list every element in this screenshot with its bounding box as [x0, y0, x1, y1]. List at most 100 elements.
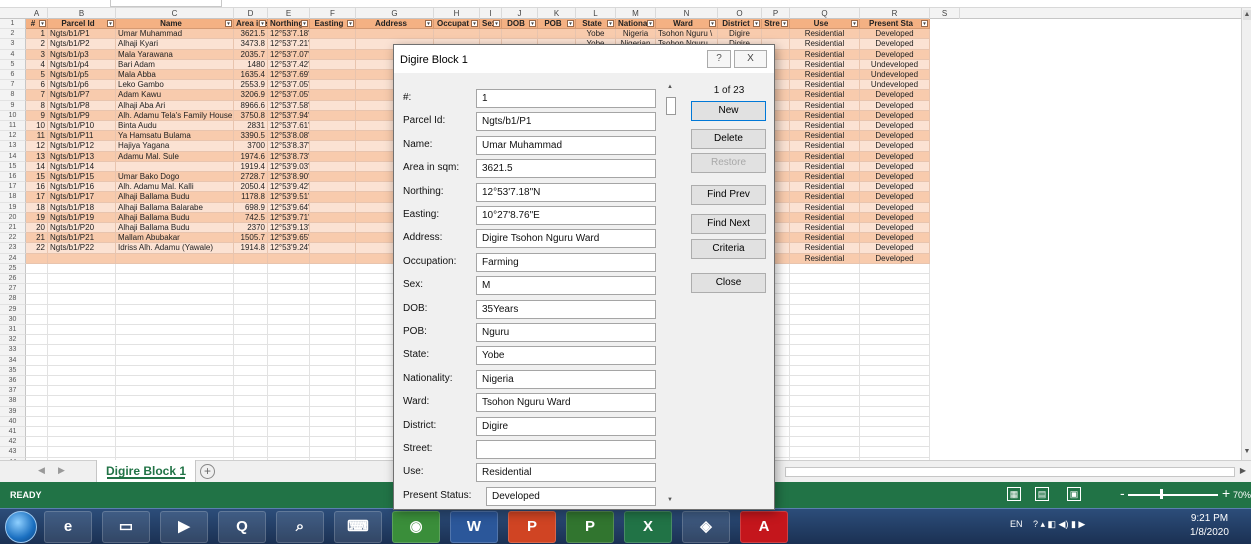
row-number[interactable]: 42 [0, 437, 26, 448]
cell[interactable]: Ngts/b1/P20 [48, 223, 116, 234]
filter-dropdown-icon[interactable]: ▾ [39, 20, 46, 27]
field-input[interactable]: 10°27'8.76"E [476, 206, 656, 225]
cell[interactable]: Residential [790, 151, 860, 162]
field-input[interactable]: Tsohon Nguru Ward [476, 393, 656, 413]
cell[interactable] [48, 325, 116, 336]
cell[interactable]: 12°53'7.05"N [268, 90, 310, 101]
cell[interactable]: Residential [790, 161, 860, 172]
column-header[interactable]: Address ▾ [356, 19, 434, 30]
cell[interactable] [116, 345, 234, 356]
cell[interactable]: 2050.4 [234, 182, 268, 193]
cell[interactable] [310, 202, 356, 213]
cell[interactable]: 11 [26, 131, 48, 142]
cell[interactable] [116, 263, 234, 274]
field-input[interactable]: Residential [476, 463, 656, 483]
cell[interactable] [860, 355, 930, 366]
cell[interactable] [310, 70, 356, 81]
cell[interactable] [310, 335, 356, 346]
cell[interactable] [310, 131, 356, 142]
cell[interactable]: Idriss Alh. Adamu (Yawale) [116, 243, 234, 254]
cell[interactable] [790, 386, 860, 397]
cell[interactable] [310, 172, 356, 183]
cell[interactable] [268, 263, 310, 274]
cell[interactable] [48, 427, 116, 438]
field-input[interactable]: Nguru [476, 323, 656, 342]
cell[interactable] [26, 437, 48, 448]
cell[interactable]: 3700 [234, 141, 268, 152]
cell[interactable] [26, 253, 48, 264]
field-input[interactable]: Ngts/b1/P1 [476, 112, 656, 132]
cell[interactable]: Ngts/b1/P18 [48, 202, 116, 213]
cell[interactable]: Developed [860, 243, 930, 254]
filter-dropdown-icon[interactable]: ▾ [493, 20, 500, 27]
cell[interactable] [26, 335, 48, 346]
cell[interactable]: Ngts/b1/p6 [48, 80, 116, 91]
cell[interactable] [26, 396, 48, 407]
column-header[interactable]: National ▾ [616, 19, 656, 30]
row-number[interactable]: 8 [0, 90, 26, 101]
cell[interactable] [234, 314, 268, 325]
cell[interactable] [26, 355, 48, 366]
filter-dropdown-icon[interactable]: ▾ [753, 20, 760, 27]
cell[interactable]: 3750.8 [234, 110, 268, 121]
cell[interactable] [310, 182, 356, 193]
cell[interactable] [268, 447, 310, 458]
cell[interactable] [310, 263, 356, 274]
cell[interactable] [234, 416, 268, 427]
cell[interactable] [234, 304, 268, 315]
filter-dropdown-icon[interactable]: ▾ [607, 20, 614, 27]
clock[interactable]: 9:21 PM 1/8/2020 [1190, 512, 1229, 540]
row-number[interactable]: 31 [0, 325, 26, 336]
cell[interactable] [234, 427, 268, 438]
cell[interactable] [310, 376, 356, 387]
cell[interactable]: 12°53'7.42"N [268, 59, 310, 70]
cell[interactable]: Residential [790, 59, 860, 70]
cell[interactable]: Residential [790, 212, 860, 223]
cell[interactable] [268, 416, 310, 427]
cell[interactable]: Tsohon Nguru \ [656, 29, 718, 40]
cell[interactable]: 2035.7 [234, 49, 268, 60]
cell[interactable]: Developed [860, 110, 930, 121]
cell[interactable]: 14 [26, 161, 48, 172]
cell[interactable]: Adam Kawu [116, 90, 234, 101]
column-letter[interactable]: F [310, 8, 356, 19]
cell[interactable] [790, 365, 860, 376]
cell[interactable]: 21 [26, 233, 48, 244]
cell[interactable] [48, 345, 116, 356]
cell[interactable] [26, 274, 48, 285]
cell[interactable]: Umar Bako Dogo [116, 172, 234, 183]
cell[interactable]: 2831 [234, 121, 268, 132]
cell[interactable]: Developed [860, 151, 930, 162]
cell[interactable] [116, 406, 234, 417]
cell[interactable] [434, 29, 480, 40]
row-number[interactable]: 5 [0, 59, 26, 70]
find-prev-button[interactable]: Find Prev [691, 185, 766, 205]
cell[interactable]: 12°53'7.94"N [268, 110, 310, 121]
cell[interactable]: 742.5 [234, 212, 268, 223]
cell[interactable] [268, 355, 310, 366]
cell[interactable] [26, 325, 48, 336]
column-letter[interactable]: Q [790, 8, 860, 19]
field-input[interactable]: 1 [476, 89, 656, 108]
cell[interactable]: 12°53'8.08"N [268, 131, 310, 142]
field-input[interactable]: Digire Tsohon Nguru Ward [476, 229, 656, 249]
row-number[interactable]: 36 [0, 376, 26, 387]
cell[interactable]: 12°53'9.42"N [268, 182, 310, 193]
zoom-level[interactable]: 70% [1233, 490, 1251, 500]
column-header[interactable]: Easting ▾ [310, 19, 356, 30]
cell[interactable] [268, 365, 310, 376]
cell[interactable]: 12°53'7.21"N [268, 39, 310, 50]
cell[interactable] [116, 274, 234, 285]
filter-dropdown-icon[interactable]: ▾ [347, 20, 354, 27]
cell[interactable] [310, 110, 356, 121]
cell[interactable]: 12°53'7.58"N [268, 100, 310, 111]
row-number[interactable]: 15 [0, 161, 26, 172]
field-input[interactable]: Developed [486, 486, 656, 506]
restore-button[interactable]: Restore [691, 153, 766, 173]
cell[interactable]: 17 [26, 192, 48, 203]
cell[interactable] [310, 141, 356, 152]
cell[interactable] [790, 263, 860, 274]
row-number[interactable]: 16 [0, 172, 26, 183]
delete-button[interactable]: Delete [691, 129, 766, 149]
row-number[interactable]: 30 [0, 314, 26, 325]
